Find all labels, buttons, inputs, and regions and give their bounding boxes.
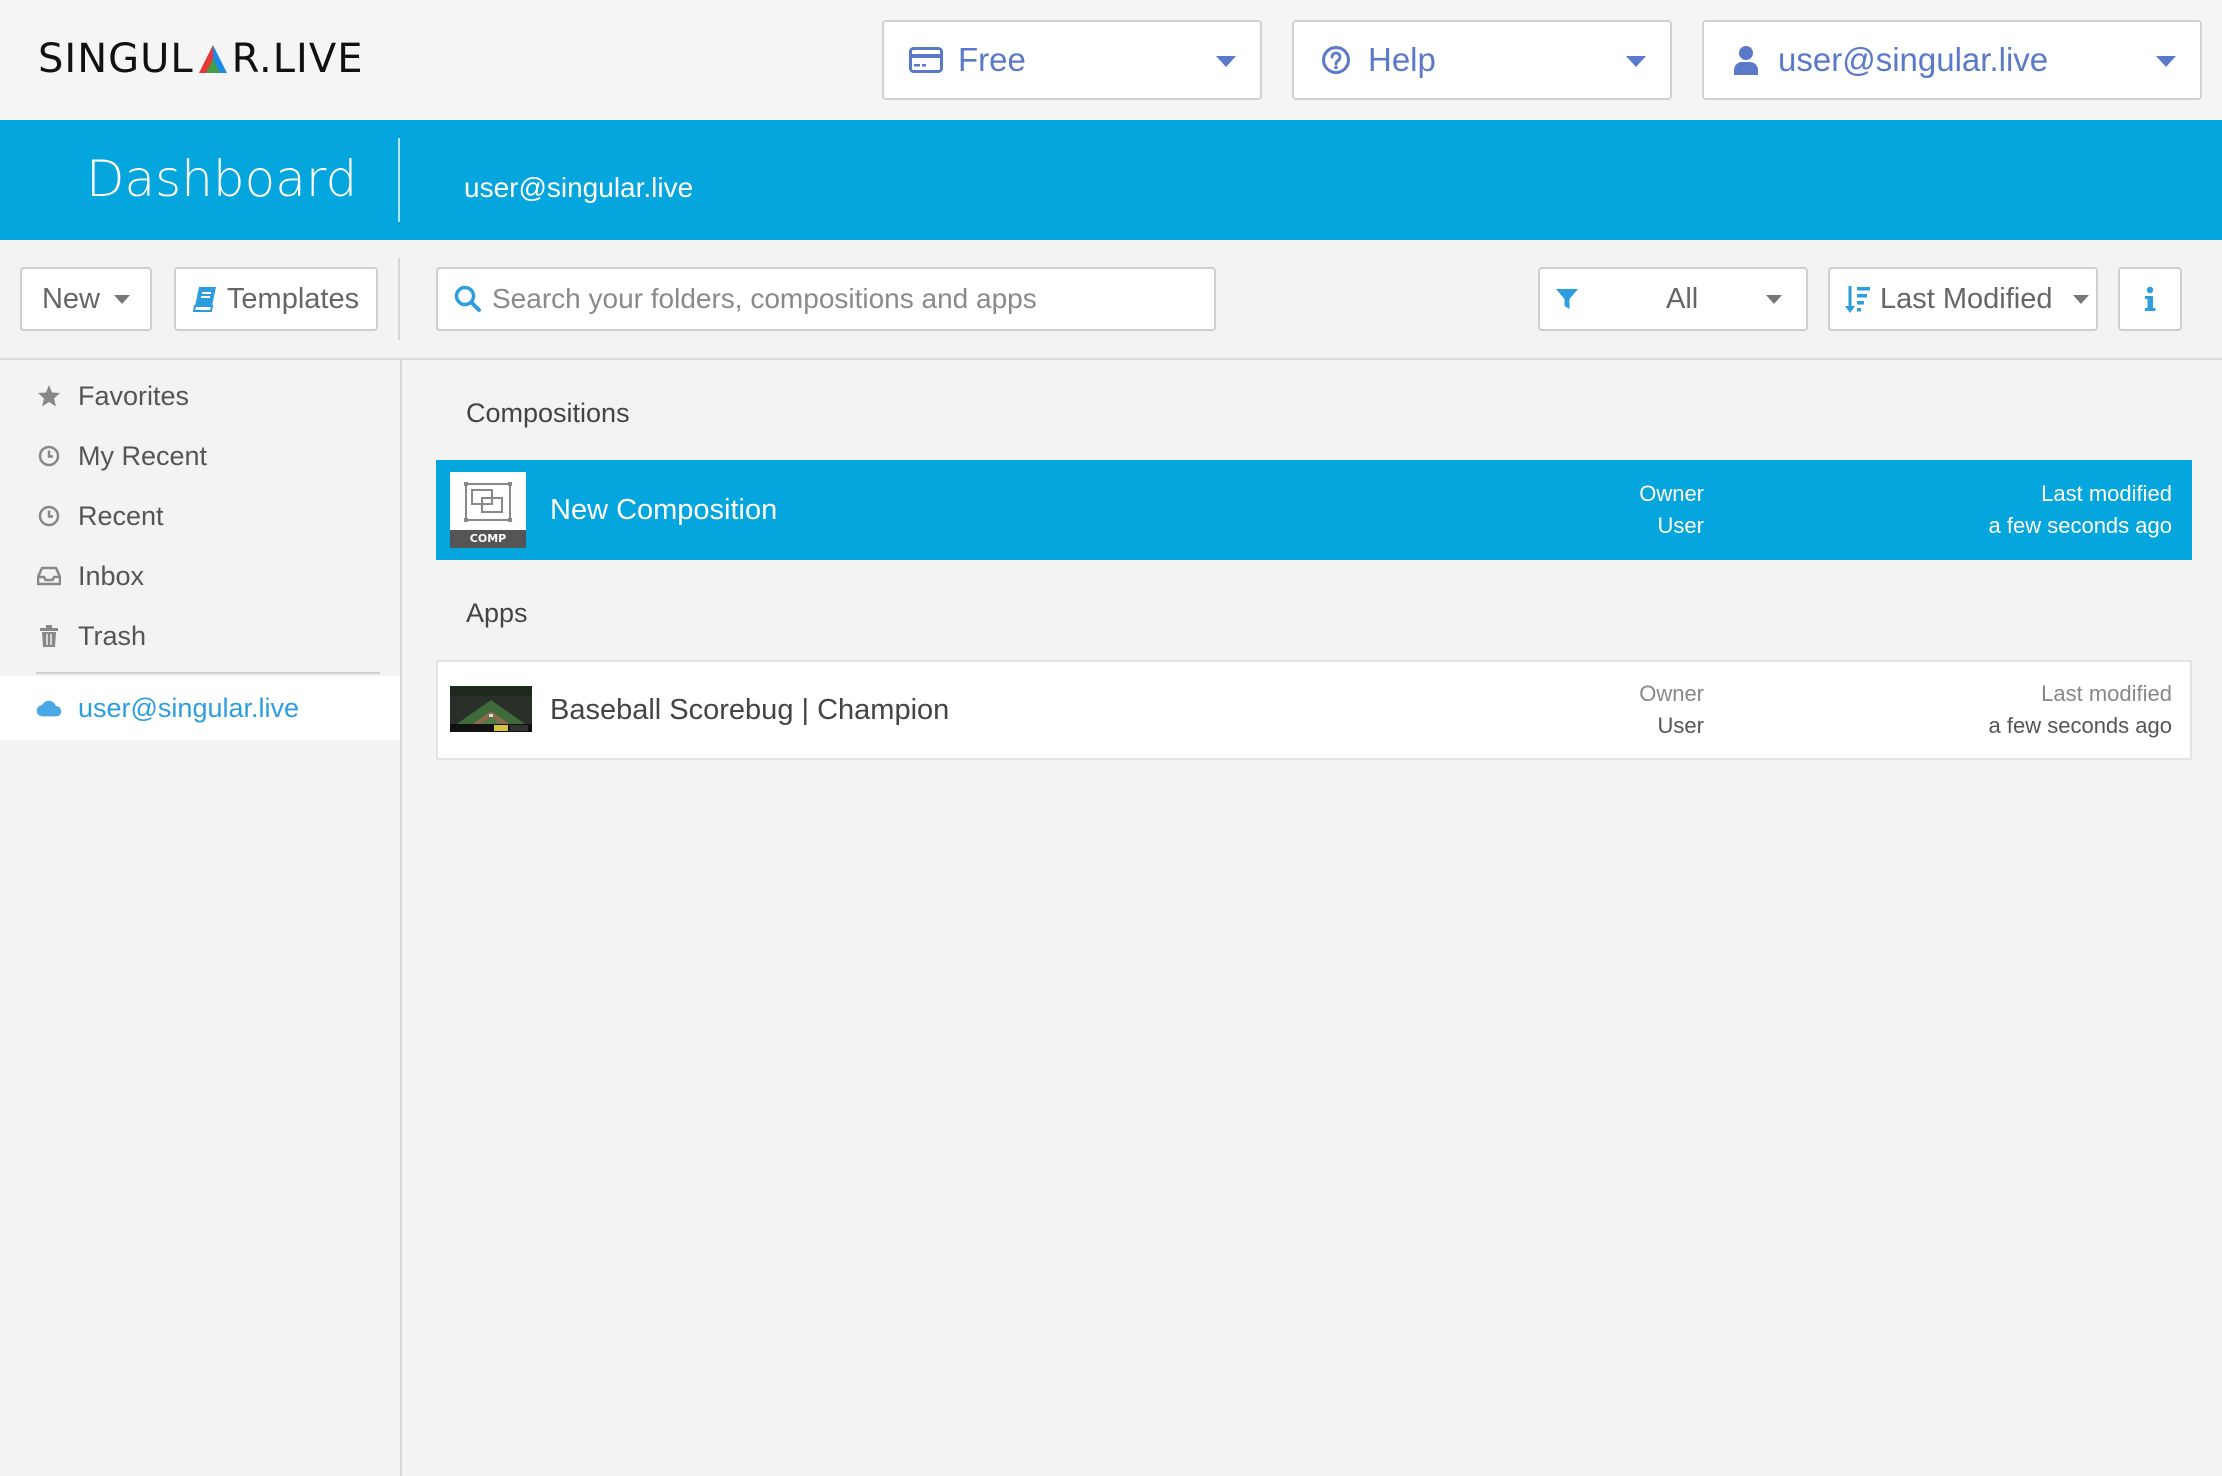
sidebar-item-label: Inbox — [78, 560, 145, 591]
sidebar-item-account[interactable]: user@singular.live — [0, 676, 400, 740]
sort-icon — [1844, 284, 1872, 314]
baseball-field-thumbnail — [450, 686, 532, 732]
search-box[interactable] — [436, 267, 1216, 331]
logo-triangle-icon — [198, 45, 227, 73]
toolbar: New Templates All Last Modified — [0, 240, 2222, 360]
toolbar-divider — [398, 258, 400, 340]
plan-label: Free — [958, 41, 1026, 78]
top-bar: SINGUL R.LIVE Free Help user@singular.li… — [0, 0, 2222, 120]
compositions-section-title: Compositions — [466, 398, 630, 428]
new-button[interactable]: New — [20, 267, 152, 331]
header-user-breadcrumb[interactable]: user@singular.live — [464, 172, 693, 204]
chevron-down-icon — [1626, 56, 1646, 67]
filter-icon — [1554, 286, 1580, 312]
sort-value: Last Modified — [1880, 282, 2053, 315]
logo-text-right: R.LIVE — [231, 36, 364, 82]
inbox-icon — [36, 563, 62, 589]
page-title: Dashboard — [86, 150, 358, 208]
cloud-icon — [36, 695, 62, 721]
sidebar-item-recent[interactable]: Recent — [0, 486, 400, 546]
sidebar-item-my-recent[interactable]: My Recent — [0, 426, 400, 486]
owner-value: User — [1657, 713, 1704, 738]
modified-value: a few seconds ago — [1988, 713, 2172, 738]
sidebar: Favorites My Recent Recent Inbox Trash u… — [0, 360, 402, 1476]
info-button[interactable] — [2118, 267, 2182, 331]
filter-value: All — [1666, 282, 1699, 315]
info-icon — [2144, 286, 2156, 312]
question-circle-icon — [1318, 42, 1354, 78]
logo-text-left: SINGUL — [38, 36, 194, 82]
owner-value: User — [1657, 513, 1704, 538]
new-button-label: New — [41, 282, 100, 315]
sidebar-item-inbox[interactable]: Inbox — [0, 546, 400, 606]
apps-section-title: Apps — [466, 598, 528, 628]
account-dropdown[interactable]: user@singular.live — [1702, 20, 2202, 100]
modified-label: Last modified — [2041, 681, 2172, 706]
app-modified: Last modified a few seconds ago — [1989, 678, 2172, 742]
sidebar-item-label: Trash — [78, 620, 147, 651]
book-icon — [192, 286, 217, 312]
sidebar-divider — [36, 672, 380, 674]
sidebar-item-label: user@singular.live — [78, 692, 300, 723]
composition-owner: Owner User — [1639, 478, 1704, 542]
sort-dropdown[interactable]: Last Modified — [1828, 267, 2098, 331]
app-name[interactable]: Baseball Scorebug | Champion — [550, 694, 949, 727]
clock-icon — [36, 503, 62, 529]
star-icon — [36, 383, 62, 409]
sidebar-item-label: Recent — [78, 500, 164, 531]
plan-dropdown[interactable]: Free — [882, 20, 1262, 100]
app-row[interactable]: Baseball Scorebug | Champion Owner User … — [436, 660, 2192, 760]
sidebar-item-label: My Recent — [78, 440, 208, 471]
help-dropdown[interactable]: Help — [1292, 20, 1672, 100]
chevron-down-icon — [114, 294, 130, 304]
composition-name[interactable]: New Composition — [550, 494, 777, 527]
credit-card-icon — [908, 42, 944, 78]
templates-button-label: Templates — [226, 282, 360, 315]
help-label: Help — [1368, 41, 1436, 78]
chevron-down-icon — [2072, 294, 2089, 304]
trash-icon — [36, 623, 62, 649]
search-input[interactable] — [492, 283, 1192, 315]
account-label: user@singular.live — [1778, 41, 2049, 78]
composition-thumb-label: COMP — [469, 532, 507, 545]
filter-dropdown[interactable]: All — [1538, 267, 1808, 331]
modified-value: a few seconds ago — [1988, 513, 2172, 538]
modified-label: Last modified — [2041, 481, 2172, 506]
chevron-down-icon — [1216, 56, 1236, 67]
chevron-down-icon — [1766, 294, 1782, 304]
singular-live-logo[interactable]: SINGUL R.LIVE — [38, 36, 363, 82]
dashboard-header: Dashboard user@singular.live — [0, 120, 2222, 240]
clock-icon — [36, 443, 62, 469]
templates-button[interactable]: Templates — [174, 267, 378, 331]
composition-thumbnail: COMP — [450, 472, 526, 548]
app-owner: Owner User — [1639, 678, 1704, 742]
chevron-down-icon — [2156, 56, 2176, 67]
user-icon — [1728, 42, 1764, 78]
owner-label: Owner — [1639, 681, 1704, 706]
composition-modified: Last modified a few seconds ago — [1989, 478, 2172, 542]
sidebar-item-trash[interactable]: Trash — [0, 606, 400, 666]
composition-row[interactable]: COMP New Composition Owner User Last mod… — [436, 460, 2192, 560]
owner-label: Owner — [1639, 481, 1704, 506]
search-icon — [454, 285, 482, 313]
sidebar-item-label: Favorites — [78, 380, 190, 411]
sidebar-item-favorites[interactable]: Favorites — [0, 366, 400, 426]
header-divider — [398, 138, 400, 222]
